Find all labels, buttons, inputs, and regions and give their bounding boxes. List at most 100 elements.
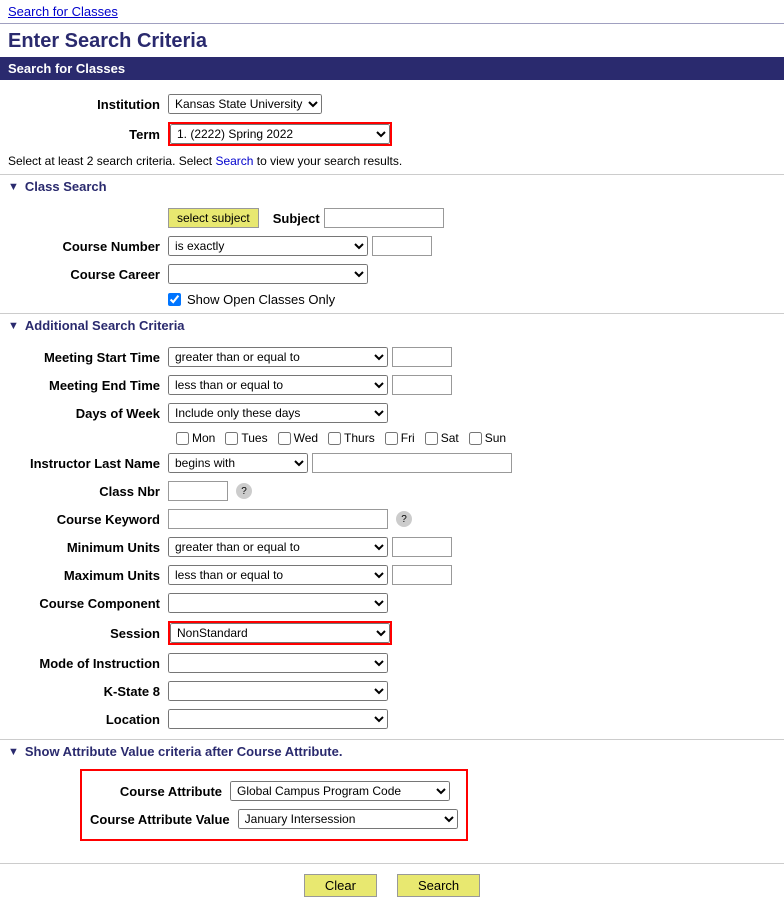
kstate8-row: K-State 8 <box>0 679 784 703</box>
search-link[interactable]: Search <box>215 154 253 168</box>
course-number-label: Course Number <box>8 239 168 254</box>
additional-search-label: Additional Search Criteria <box>25 318 185 333</box>
course-component-label: Course Component <box>8 596 168 611</box>
sat-label: Sat <box>441 431 459 445</box>
course-career-select[interactable] <box>168 264 368 284</box>
days-of-week-select[interactable]: Include only these days Include any of t… <box>168 403 388 423</box>
days-of-week-label: Days of Week <box>8 406 168 421</box>
meeting-start-select[interactable]: greater than or equal to less than or eq… <box>168 347 388 367</box>
course-attribute-label: Course Attribute <box>90 784 230 799</box>
course-attribute-value-label: Course Attribute Value <box>90 812 238 827</box>
institution-row: Institution Kansas State University <box>0 92 784 116</box>
show-open-label: Show Open Classes Only <box>187 292 335 307</box>
class-nbr-row: Class Nbr ? <box>0 479 784 503</box>
institution-select[interactable]: Kansas State University <box>168 94 322 114</box>
term-label: Term <box>8 127 168 142</box>
course-keyword-label: Course Keyword <box>8 512 168 527</box>
mon-checkbox[interactable] <box>176 432 189 445</box>
days-of-week-row: Days of Week Include only these days Inc… <box>0 401 784 425</box>
location-label: Location <box>8 712 168 727</box>
kstate8-select[interactable] <box>168 681 388 701</box>
class-search-header[interactable]: ▼ Class Search <box>0 174 784 198</box>
day-mon: Mon <box>176 431 215 445</box>
meeting-end-input[interactable] <box>392 375 452 395</box>
maximum-units-input[interactable] <box>392 565 452 585</box>
mode-instruction-select[interactable] <box>168 653 388 673</box>
term-highlight: 1. (2222) Spring 2022 <box>168 122 392 146</box>
subject-input[interactable] <box>324 208 444 228</box>
day-fri: Fri <box>385 431 415 445</box>
location-row: Location <box>0 707 784 731</box>
sun-checkbox[interactable] <box>469 432 482 445</box>
course-number-input[interactable] <box>372 236 432 256</box>
institution-label: Institution <box>8 97 168 112</box>
minimum-units-select[interactable]: greater than or equal to less than or eq… <box>168 537 388 557</box>
instructor-label: Instructor Last Name <box>8 456 168 471</box>
course-attribute-select[interactable]: Global Campus Program Code Other Option <box>230 781 450 801</box>
day-tues: Tues <box>225 431 267 445</box>
meeting-start-label: Meeting Start Time <box>8 350 168 365</box>
course-career-label: Course Career <box>8 267 168 282</box>
instructor-input[interactable] <box>312 453 512 473</box>
class-nbr-help-icon[interactable]: ? <box>236 483 252 499</box>
day-sat: Sat <box>425 431 459 445</box>
course-attribute-value-select[interactable]: January Intersession Other Value <box>238 809 458 829</box>
course-number-row: Course Number is exactly begins with con… <box>0 234 784 258</box>
select-subject-button[interactable]: select subject <box>168 208 259 228</box>
breadcrumb-link[interactable]: Search for Classes <box>8 4 118 19</box>
minimum-units-input[interactable] <box>392 537 452 557</box>
subject-row: select subject Subject <box>0 206 784 230</box>
minimum-units-label: Minimum Units <box>8 540 168 555</box>
attribute-label: Show Attribute Value criteria after Cour… <box>25 744 343 759</box>
tues-checkbox[interactable] <box>225 432 238 445</box>
course-keyword-row: Course Keyword ? <box>0 507 784 531</box>
thurs-label: Thurs <box>344 431 375 445</box>
session-highlight: NonStandard Regular Academic Session <box>168 621 392 645</box>
maximum-units-select[interactable]: less than or equal to greater than or eq… <box>168 565 388 585</box>
sat-checkbox[interactable] <box>425 432 438 445</box>
info-text: Select at least 2 search criteria. Selec… <box>0 152 784 174</box>
wed-checkbox[interactable] <box>278 432 291 445</box>
course-career-row: Course Career <box>0 262 784 286</box>
location-select[interactable] <box>168 709 388 729</box>
meeting-end-row: Meeting End Time less than or equal to g… <box>0 373 784 397</box>
additional-search-header[interactable]: ▼ Additional Search Criteria <box>0 313 784 337</box>
course-component-select[interactable] <box>168 593 388 613</box>
additional-search-arrow: ▼ <box>8 320 19 332</box>
fri-checkbox[interactable] <box>385 432 398 445</box>
attribute-header[interactable]: ▼ Show Attribute Value criteria after Co… <box>0 739 784 763</box>
mode-instruction-row: Mode of Instruction <box>0 651 784 675</box>
fri-label: Fri <box>401 431 415 445</box>
course-keyword-input[interactable] <box>168 509 388 529</box>
term-select[interactable]: 1. (2222) Spring 2022 <box>170 124 390 144</box>
meeting-end-label: Meeting End Time <box>8 378 168 393</box>
session-row: Session NonStandard Regular Academic Ses… <box>0 619 784 647</box>
search-button[interactable]: Search <box>397 874 480 897</box>
course-attribute-row: Course Attribute Global Campus Program C… <box>90 779 458 803</box>
thurs-checkbox[interactable] <box>328 432 341 445</box>
session-label: Session <box>8 626 168 641</box>
attribute-arrow: ▼ <box>8 746 19 758</box>
class-search-section: select subject Subject Course Number is … <box>0 198 784 313</box>
day-wed: Wed <box>278 431 318 445</box>
breadcrumb: Search for Classes <box>0 0 784 24</box>
tues-label: Tues <box>241 431 267 445</box>
meeting-start-input[interactable] <box>392 347 452 367</box>
kstate8-label: K-State 8 <box>8 684 168 699</box>
day-sun: Sun <box>469 431 506 445</box>
term-row: Term 1. (2222) Spring 2022 <box>0 120 784 148</box>
class-nbr-input[interactable] <box>168 481 228 501</box>
meeting-end-select[interactable]: less than or equal to greater than or eq… <box>168 375 388 395</box>
clear-button[interactable]: Clear <box>304 874 377 897</box>
course-attribute-value-row: Course Attribute Value January Intersess… <box>90 807 458 831</box>
instructor-select[interactable]: begins with is exactly contains <box>168 453 308 473</box>
section-header: Search for Classes <box>0 57 784 80</box>
course-keyword-help-icon[interactable]: ? <box>396 511 412 527</box>
sun-label: Sun <box>485 431 506 445</box>
show-open-checkbox[interactable] <box>168 293 181 306</box>
session-select[interactable]: NonStandard Regular Academic Session <box>170 623 390 643</box>
course-number-select[interactable]: is exactly begins with contains greater … <box>168 236 368 256</box>
maximum-units-row: Maximum Units less than or equal to grea… <box>0 563 784 587</box>
class-search-arrow: ▼ <box>8 181 19 193</box>
days-checkboxes: Mon Tues Wed Thurs Fri Sat <box>168 429 784 447</box>
